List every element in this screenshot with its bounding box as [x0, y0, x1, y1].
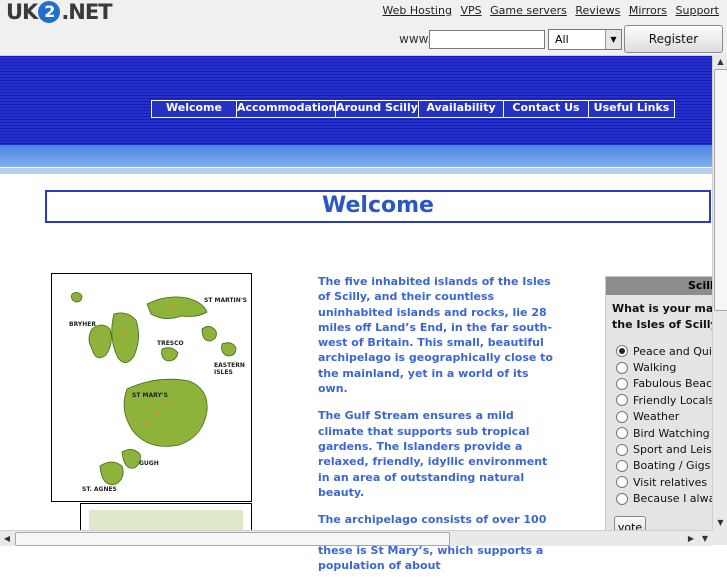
poll-option[interactable]: Peace and Quiet — [606, 343, 713, 359]
paragraph: The Gulf Stream ensures a mild climate t… — [318, 409, 548, 499]
page-title: Welcome — [322, 193, 434, 218]
scroll-left-icon[interactable]: ◀ — [0, 531, 14, 546]
map-label-eastern-isles: EASTERN ISLES — [214, 362, 245, 376]
map-label-st-marys: ST MARY'S — [132, 392, 168, 399]
horizontal-scroll-thumb[interactable] — [15, 532, 450, 546]
map-label-bryher: BRYHER — [69, 321, 96, 328]
radio-selected[interactable] — [616, 345, 628, 358]
paragraph: The five inhabited islands of the Isles … — [318, 275, 553, 396]
poll-option[interactable]: Friendly Locals — [606, 392, 713, 408]
poll-option[interactable]: Walking — [606, 359, 713, 375]
domain-search-input[interactable] — [429, 30, 545, 49]
poll-option[interactable]: Because I alway — [606, 491, 713, 507]
vertical-scrollbar[interactable]: ▲ ▼ — [712, 55, 727, 530]
scrollbar-corner — [712, 530, 727, 545]
radio[interactable] — [616, 394, 628, 407]
scroll-up-icon[interactable]: ▲ — [713, 55, 727, 69]
radio[interactable] — [616, 443, 628, 456]
radio[interactable] — [616, 459, 628, 472]
main-nav: Welcome Accommodation Around Scilly Avai… — [151, 100, 675, 118]
welcome-heading-box: Welcome — [45, 190, 711, 223]
scroll-down-icon[interactable]: ▼ — [698, 531, 712, 546]
radio[interactable] — [616, 361, 628, 374]
header-divider — [0, 168, 712, 174]
host-bar: UK 2 .NET Web Hosting VPS Game servers Rev… — [0, 0, 727, 72]
radio[interactable] — [616, 476, 628, 489]
www-label: www. — [399, 32, 432, 46]
link-support[interactable]: Support — [676, 4, 719, 17]
radio[interactable] — [616, 377, 628, 390]
poll-option[interactable]: Boating / Gigs — [606, 458, 713, 474]
tld-selected-value: All — [555, 33, 569, 46]
vertical-scroll-thumb[interactable] — [714, 69, 727, 311]
link-reviews[interactable]: Reviews — [575, 4, 620, 17]
poll-option[interactable]: Weather — [606, 409, 713, 425]
scroll-down-icon[interactable]: ▼ — [713, 516, 727, 530]
link-game-servers[interactable]: Game servers — [490, 4, 567, 17]
poll-option[interactable]: Bird Watching — [606, 425, 713, 441]
poll-panel: Scilly What is your main r the Isles of … — [605, 276, 714, 540]
isles-of-scilly-map: ST MARTIN'S BRYHER TRESCO EASTERN ISLES … — [51, 273, 252, 502]
poll-option[interactable]: Fabulous Beaches — [606, 376, 713, 392]
map-label-gugh: GUGH — [139, 460, 159, 467]
host-links: Web Hosting VPS Game servers Reviews Mir… — [377, 4, 719, 17]
tab-accommodation[interactable]: Accommodation — [236, 100, 336, 118]
tab-around-scilly[interactable]: Around Scilly — [335, 100, 419, 118]
radio[interactable] — [616, 427, 628, 440]
chevron-down-icon[interactable]: ▼ — [605, 30, 621, 49]
tab-contact-us[interactable]: Contact Us — [503, 100, 589, 118]
tab-welcome[interactable]: Welcome — [151, 100, 237, 118]
map-label-tresco: TRESCO — [157, 340, 184, 347]
tab-availability[interactable]: Availability — [418, 100, 504, 118]
link-vps[interactable]: VPS — [460, 4, 481, 17]
tab-useful-links[interactable]: Useful Links — [588, 100, 675, 118]
link-web-hosting[interactable]: Web Hosting — [382, 4, 452, 17]
poll-title: Scilly — [606, 277, 713, 295]
horizontal-scrollbar[interactable]: ◀ ▶ ▼ — [0, 530, 712, 546]
register-domain-button[interactable]: Register Domain — [624, 25, 723, 72]
radio[interactable] — [616, 410, 628, 423]
header-gradient-strip — [0, 145, 712, 167]
poll-question-line: the Isles of Scilly? — [612, 318, 714, 331]
poll-option[interactable]: Visit relatives — [606, 474, 713, 490]
tld-select[interactable]: All ▼ — [548, 29, 622, 50]
map-label-st-agnes: ST. AGNES — [82, 486, 117, 493]
uk2-logo[interactable]: UK 2 .NET — [6, 0, 113, 24]
poll-question-line: What is your main r — [612, 302, 714, 315]
poll-option[interactable]: Sport and Leisure — [606, 441, 713, 457]
link-mirrors[interactable]: Mirrors — [629, 4, 667, 17]
scroll-right-icon[interactable]: ▶ — [684, 531, 698, 546]
radio[interactable] — [616, 492, 628, 505]
poll-options: Peace and Quiet Walking Fabulous Beaches… — [606, 343, 713, 507]
poll-question: What is your main r the Isles of Scilly? — [606, 295, 713, 333]
map-label-st-martins: ST MARTIN'S — [204, 297, 247, 304]
